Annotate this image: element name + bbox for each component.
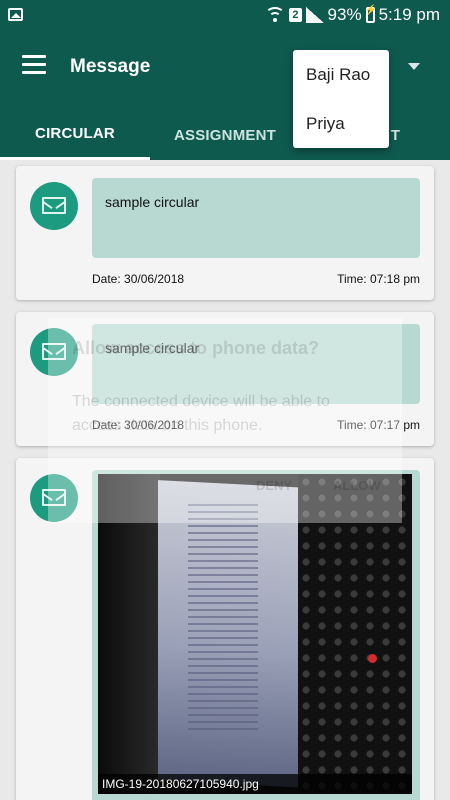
message-text: sample circular [105, 340, 200, 356]
sim-badge: 2 [289, 8, 302, 22]
message-time: Time: 07:18 pm [337, 272, 420, 286]
wifi-icon [265, 7, 286, 23]
list-item[interactable]: sample circular Date: 30/06/2018 Time: 0… [16, 166, 434, 300]
attachment-image[interactable]: IMG-19-20180627105940.jpg [98, 474, 412, 794]
student-menu: Baji Rao Priya [293, 50, 389, 148]
attachment-caption: IMG-19-20180627105940.jpg [98, 774, 412, 794]
message-bubble: sample circular [92, 178, 420, 258]
list-item[interactable]: IMG-19-20180627105940.jpg [16, 458, 434, 800]
tab-assignment[interactable]: ASSIGNMENT [150, 110, 300, 160]
signal-icon [305, 7, 324, 23]
list-item[interactable]: sample circular Date: 30/06/2018 Time: 0… [16, 312, 434, 446]
message-list[interactable]: sample circular Date: 30/06/2018 Time: 0… [0, 160, 450, 800]
student-option[interactable]: Baji Rao [293, 50, 389, 99]
message-time: Time: 07:17 pm [337, 418, 420, 432]
tab-circular[interactable]: CIRCULAR [0, 110, 150, 160]
message-date: Date: 30/06/2018 [92, 272, 185, 286]
message-date: Date: 30/06/2018 [92, 418, 185, 432]
student-option[interactable]: Priya [293, 99, 389, 148]
battery-charging-icon [365, 5, 377, 23]
envelope-icon [30, 328, 78, 376]
message-bubble: sample circular [92, 324, 420, 404]
battery-percent: 93% [327, 5, 362, 24]
hamburger-menu-icon[interactable] [22, 55, 48, 75]
page-title: Message [70, 56, 151, 77]
chevron-down-icon[interactable] [408, 63, 420, 70]
clock: 5:19 pm [378, 5, 440, 24]
status-bar: 2 93% 5:19 pm [0, 0, 450, 30]
envelope-icon [30, 474, 78, 522]
gallery-icon [8, 8, 23, 21]
message-text: sample circular [105, 194, 200, 210]
envelope-icon [30, 182, 78, 230]
